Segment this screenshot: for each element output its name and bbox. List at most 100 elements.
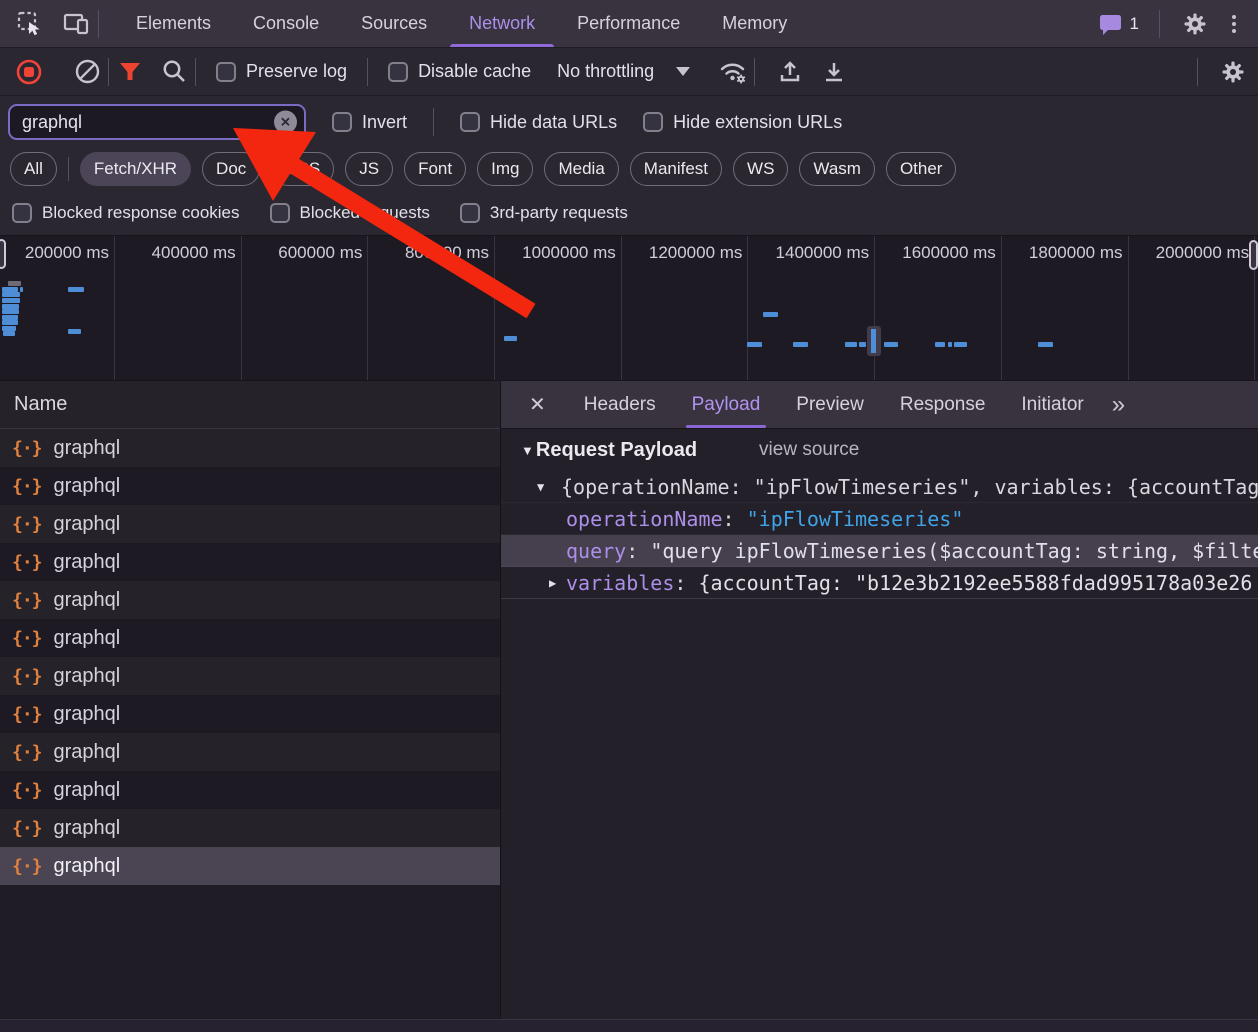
blocked-requests-checkbox[interactable]: Blocked requests: [270, 203, 430, 223]
record-network-log-icon[interactable]: [14, 57, 44, 87]
json-key: variables: [566, 571, 674, 595]
kebab-menu-icon[interactable]: [1224, 11, 1244, 37]
chip-doc[interactable]: Doc: [202, 152, 260, 186]
request-row[interactable]: {·}graphql: [0, 733, 500, 771]
expand-icon[interactable]: ▼: [537, 480, 544, 494]
filter-input[interactable]: [10, 106, 304, 138]
chip-media[interactable]: Media: [544, 152, 618, 186]
request-row[interactable]: {·}graphql: [0, 429, 500, 467]
request-row[interactable]: {·}graphql: [0, 467, 500, 505]
tab-performance[interactable]: Performance: [556, 0, 701, 47]
timeline-column: 1200000 ms: [622, 236, 749, 380]
tab-network[interactable]: Network: [448, 0, 556, 47]
name-column-header[interactable]: Name: [0, 381, 500, 429]
tab-memory[interactable]: Memory: [701, 0, 808, 47]
waterfall-bar: [2, 292, 20, 297]
payload-entry-query[interactable]: query: "query ipFlowTimeseries($accountT…: [501, 535, 1258, 567]
chip-js[interactable]: JS: [345, 152, 393, 186]
detail-tab-payload[interactable]: Payload: [674, 381, 779, 428]
checkbox: [332, 112, 352, 132]
tab-elements[interactable]: Elements: [115, 0, 232, 47]
clear-filter-icon[interactable]: ✕: [274, 111, 297, 134]
request-row[interactable]: {·}graphql: [0, 657, 500, 695]
overview-right-handle[interactable]: [1249, 240, 1258, 270]
hide-data-urls-label: Hide data URLs: [490, 112, 617, 133]
import-har-icon[interactable]: [775, 57, 805, 87]
close-detail-icon[interactable]: ✕: [519, 390, 556, 419]
chip-ws[interactable]: WS: [733, 152, 788, 186]
preserve-log-checkbox[interactable]: Preserve log: [216, 61, 347, 82]
inspect-element-icon[interactable]: [14, 9, 44, 39]
more-detail-tabs-icon[interactable]: »: [1106, 391, 1129, 419]
payload-entry-operationName[interactable]: operationName: "ipFlowTimeseries": [501, 503, 1258, 535]
payload-root-row[interactable]: ▼ {operationName: "ipFlowTimeseries", va…: [501, 471, 1258, 503]
request-name: graphql: [54, 817, 121, 840]
blocked-response-cookies-checkbox[interactable]: Blocked response cookies: [12, 203, 240, 223]
chip-other[interactable]: Other: [886, 152, 957, 186]
invert-checkbox[interactable]: Invert: [332, 112, 407, 133]
request-name: graphql: [54, 437, 121, 460]
timeline-selection-marker: [867, 326, 881, 356]
detail-tab-strip: HeadersPayloadPreviewResponseInitiator: [566, 381, 1102, 428]
hide-data-urls-checkbox[interactable]: Hide data URLs: [460, 112, 617, 133]
issues-button[interactable]: 1: [1098, 12, 1139, 36]
section-expand-icon[interactable]: ▼: [521, 443, 534, 458]
chip-fetch-xhr[interactable]: Fetch/XHR: [80, 152, 191, 186]
chip-css[interactable]: CSS: [271, 152, 334, 186]
checkbox: [216, 62, 236, 82]
devtools-tab-bar: ElementsConsoleSourcesNetworkPerformance…: [0, 0, 1258, 48]
search-icon[interactable]: [159, 57, 189, 87]
chip-font[interactable]: Font: [404, 152, 466, 186]
checkbox: [12, 203, 32, 223]
json-request-icon: {·}: [12, 780, 42, 801]
request-name: graphql: [54, 475, 121, 498]
request-row[interactable]: {·}graphql: [0, 543, 500, 581]
export-har-icon[interactable]: [819, 57, 849, 87]
request-row[interactable]: {·}graphql: [0, 505, 500, 543]
overview-left-handle[interactable]: [0, 239, 6, 269]
throttling-select[interactable]: No throttling: [557, 61, 690, 82]
chip-img[interactable]: Img: [477, 152, 533, 186]
blocked-response-cookies-label: Blocked response cookies: [42, 203, 240, 223]
view-source-link[interactable]: view source: [759, 439, 859, 461]
hide-extension-urls-checkbox[interactable]: Hide extension URLs: [643, 112, 842, 133]
clear-network-log-icon[interactable]: [72, 57, 102, 87]
chevron-down-icon: [676, 67, 690, 76]
json-value: "ipFlowTimeseries": [747, 507, 964, 531]
invert-label: Invert: [362, 112, 407, 133]
detail-tab-headers[interactable]: Headers: [566, 381, 674, 428]
request-name: graphql: [54, 589, 121, 612]
request-row[interactable]: {·}graphql: [0, 695, 500, 733]
payload-entry-variables[interactable]: ▶ variables: {accountTag: "b12e3b2192ee5…: [501, 567, 1258, 599]
disable-cache-checkbox[interactable]: Disable cache: [388, 61, 531, 82]
request-name: graphql: [54, 703, 121, 726]
main-tab-strip: ElementsConsoleSourcesNetworkPerformance…: [115, 0, 808, 47]
waterfall-bar: [845, 342, 857, 347]
network-overview-timeline[interactable]: 200000 ms400000 ms600000 ms800000 ms1000…: [0, 236, 1258, 381]
tab-console[interactable]: Console: [232, 0, 340, 47]
json-request-icon: {·}: [12, 666, 42, 687]
tab-sources[interactable]: Sources: [340, 0, 448, 47]
detail-tab-response[interactable]: Response: [882, 381, 1004, 428]
chip-wasm[interactable]: Wasm: [799, 152, 875, 186]
request-row[interactable]: {·}graphql: [0, 619, 500, 657]
chip-all[interactable]: All: [10, 152, 57, 186]
filter-input-wrap: ✕: [8, 104, 306, 140]
filter-funnel-icon[interactable]: [115, 57, 145, 87]
settings-gear-icon[interactable]: [1180, 9, 1210, 39]
request-row[interactable]: {·}graphql: [0, 809, 500, 847]
request-row[interactable]: {·}graphql: [0, 581, 500, 619]
request-row[interactable]: {·}graphql: [0, 847, 500, 885]
request-row[interactable]: {·}graphql: [0, 771, 500, 809]
request-name: graphql: [54, 513, 121, 536]
chip-manifest[interactable]: Manifest: [630, 152, 722, 186]
detail-tab-preview[interactable]: Preview: [778, 381, 882, 428]
device-toolbar-icon[interactable]: [62, 9, 92, 39]
preserve-log-label: Preserve log: [246, 61, 347, 82]
3rd-party-requests-checkbox[interactable]: 3rd-party requests: [460, 203, 628, 223]
network-settings-gear-icon[interactable]: [1218, 57, 1248, 87]
detail-tab-initiator[interactable]: Initiator: [1003, 381, 1101, 428]
collapse-icon[interactable]: ▶: [549, 576, 556, 590]
network-conditions-icon[interactable]: [718, 57, 748, 87]
waterfall-bar: [68, 329, 81, 334]
